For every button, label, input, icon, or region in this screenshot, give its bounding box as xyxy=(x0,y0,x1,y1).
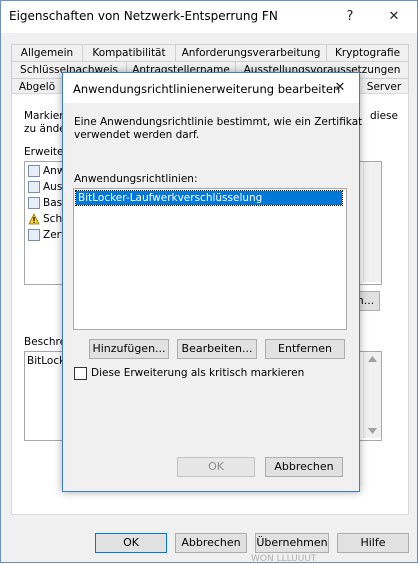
policy-item-bitlocker[interactable]: BitLocker-Laufwerkverschlüsselung xyxy=(75,190,343,206)
inner-ok-button[interactable]: OK xyxy=(177,457,255,477)
scroll-down-icon[interactable] xyxy=(368,428,377,434)
edit-application-policy-dialog: Anwendungsrichtlinienerweiterung bearbei… xyxy=(62,72,363,492)
description-scrollbar[interactable] xyxy=(363,352,381,438)
outer-dialog-title: Eigenschaften von Netzwerk-Entsperrung F… xyxy=(9,9,278,23)
add-button[interactable]: Hinzufügen... xyxy=(89,339,169,359)
extension-icon xyxy=(28,229,40,241)
extension-icon xyxy=(28,197,40,209)
critical-checkbox-label[interactable]: Diese Erweiterung als kritisch markieren xyxy=(91,367,304,379)
tab-anforderungsverarbeitung[interactable]: Anforderungsverarbeitung xyxy=(175,44,327,61)
apply-button[interactable]: Übernehmen xyxy=(255,533,329,553)
application-policies-list[interactable]: BitLocker-Laufwerkverschlüsselung xyxy=(73,188,347,330)
inner-cancel-button[interactable]: Abbrechen xyxy=(265,457,343,477)
extensions-scrollbar[interactable] xyxy=(363,162,381,282)
description-value: BitLock xyxy=(27,355,66,367)
edit-button[interactable]: Bearbeiten... xyxy=(177,339,257,359)
description-label: Beschre xyxy=(24,336,67,348)
tab-kompatibilitaet[interactable]: Kompatibilität xyxy=(82,44,176,61)
application-policies-label: Anwendungsrichtlinien: xyxy=(74,173,198,185)
ok-button[interactable]: OK xyxy=(95,533,167,553)
critical-checkbox[interactable] xyxy=(74,367,87,380)
tab-kryptografie[interactable]: Kryptografie xyxy=(326,44,409,61)
extension-icon xyxy=(28,181,40,193)
inner-dialog-title: Anwendungsrichtlinienerweiterung bearbei… xyxy=(73,82,341,96)
help-button[interactable]: Hilfe xyxy=(337,533,409,553)
tab-allgemein[interactable]: Allgemein xyxy=(11,44,83,61)
close-icon[interactable]: ✕ xyxy=(325,76,355,100)
policy-description-line1: Eine Anwendungsrichtlinie bestimmt, wie … xyxy=(74,116,363,128)
warning-icon xyxy=(28,213,40,225)
extension-icon xyxy=(28,165,40,177)
extensions-description-right: diese xyxy=(370,110,398,122)
outer-titlebar: Eigenschaften von Netzwerk-Entsperrung F… xyxy=(1,1,417,33)
cancel-button[interactable]: Abbrechen xyxy=(175,533,247,553)
inner-titlebar: Anwendungsrichtlinienerweiterung bearbei… xyxy=(63,73,359,103)
remove-button[interactable]: Entfernen xyxy=(265,339,345,359)
scroll-up-icon[interactable] xyxy=(368,356,377,362)
close-icon[interactable]: ✕ xyxy=(379,5,409,29)
policy-description-line2: verwendet werden darf. xyxy=(74,129,200,141)
help-icon[interactable]: ? xyxy=(335,5,365,29)
